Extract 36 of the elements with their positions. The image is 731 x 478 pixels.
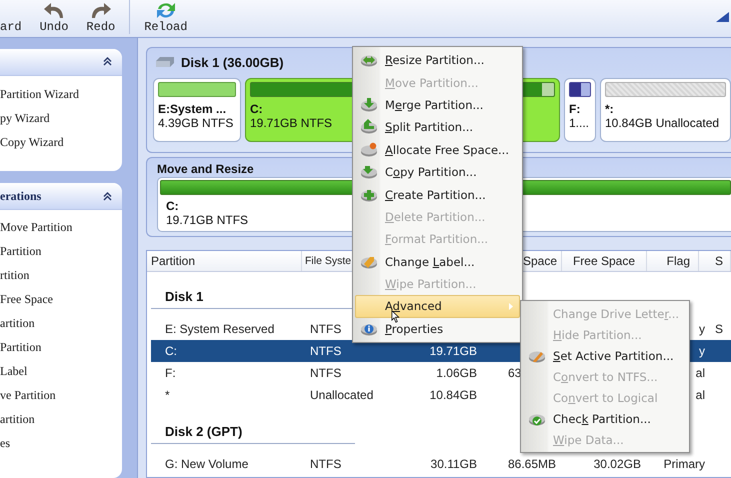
table-cell: E: System Reserved — [165, 321, 274, 337]
disk-group-title: Disk 2 (GPT) — [151, 424, 355, 444]
table-cell: C: — [165, 343, 177, 359]
table-cell: 19.71GB — [430, 343, 477, 359]
drive-size: 1.... — [569, 116, 590, 130]
drive-name: *: — [605, 102, 614, 116]
drive-size: 19.71GB NTFS — [250, 116, 332, 130]
table-cell: al — [696, 387, 705, 403]
table-cell: G: New Volume — [165, 456, 248, 472]
drive-name: E:System ... — [158, 102, 226, 116]
table-cell: 10.84GB — [430, 387, 477, 403]
table-cell: NTFS — [310, 456, 342, 472]
drive-size: 4.39GB NTFS — [158, 116, 234, 130]
table-cell: 30.11GB — [430, 456, 477, 472]
disk-title: Disk 1 (36.00GB) — [181, 54, 284, 70]
table-cell: F: — [165, 365, 176, 381]
drive-size: 19.71GB NTFS — [165, 213, 248, 227]
drive-size: 10.84GB Unallocated — [605, 116, 720, 130]
table-cell: * — [165, 387, 170, 403]
drive-name: F: — [569, 102, 580, 116]
table-cell: 1.06GB — [436, 365, 477, 381]
table-cell: NTFS — [310, 365, 342, 381]
drive-name: C: — [165, 199, 179, 213]
table-cell: S — [715, 321, 724, 337]
table-cell: 86.65MB — [508, 456, 556, 472]
table-cell: y — [699, 321, 705, 337]
table-cell: NTFS — [310, 343, 342, 359]
table-cell: y — [699, 343, 705, 359]
table-cell: Primary — [664, 456, 705, 472]
table-cell: Unallocated — [310, 387, 374, 403]
panel-title: erations — [0, 188, 42, 204]
table-cell: 30.02GB — [594, 456, 641, 472]
table-cell: NTFS — [310, 321, 342, 337]
table-cell: al — [696, 365, 705, 381]
drive-name: C: — [250, 102, 263, 116]
panel-title: Move and Resize — [157, 161, 254, 177]
